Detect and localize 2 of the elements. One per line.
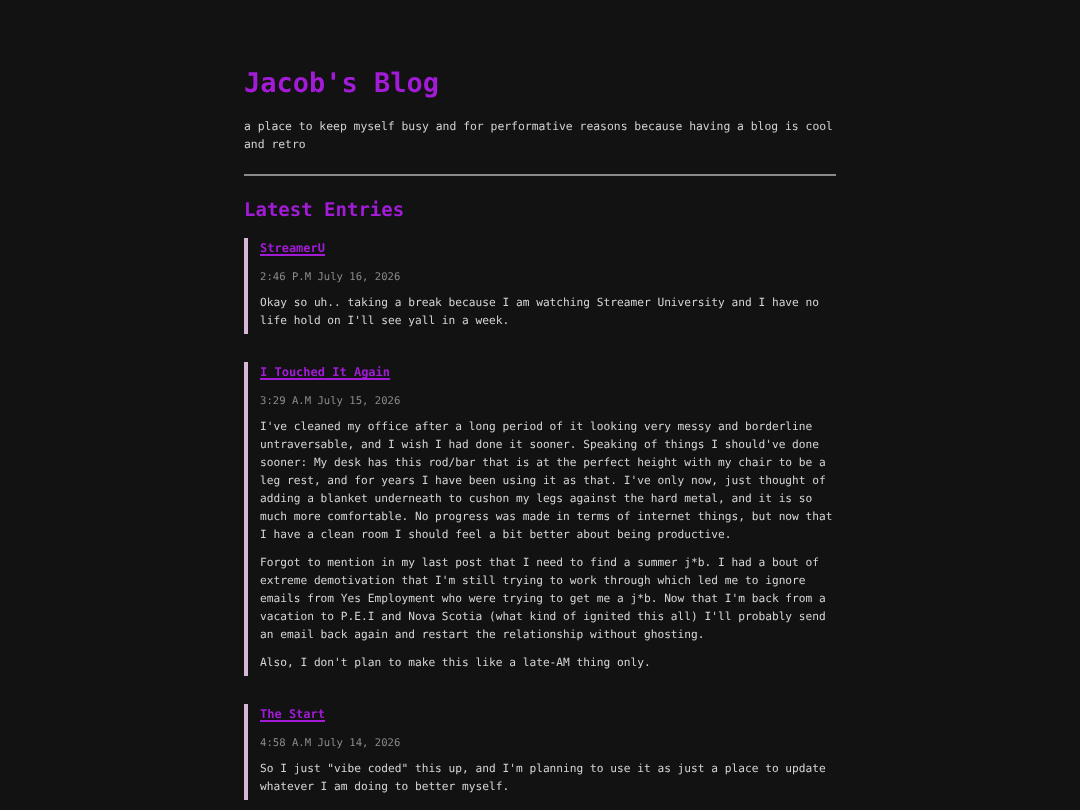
blog-title: Jacob's Blog bbox=[244, 68, 442, 100]
section-heading: Latest Entries bbox=[244, 200, 407, 224]
